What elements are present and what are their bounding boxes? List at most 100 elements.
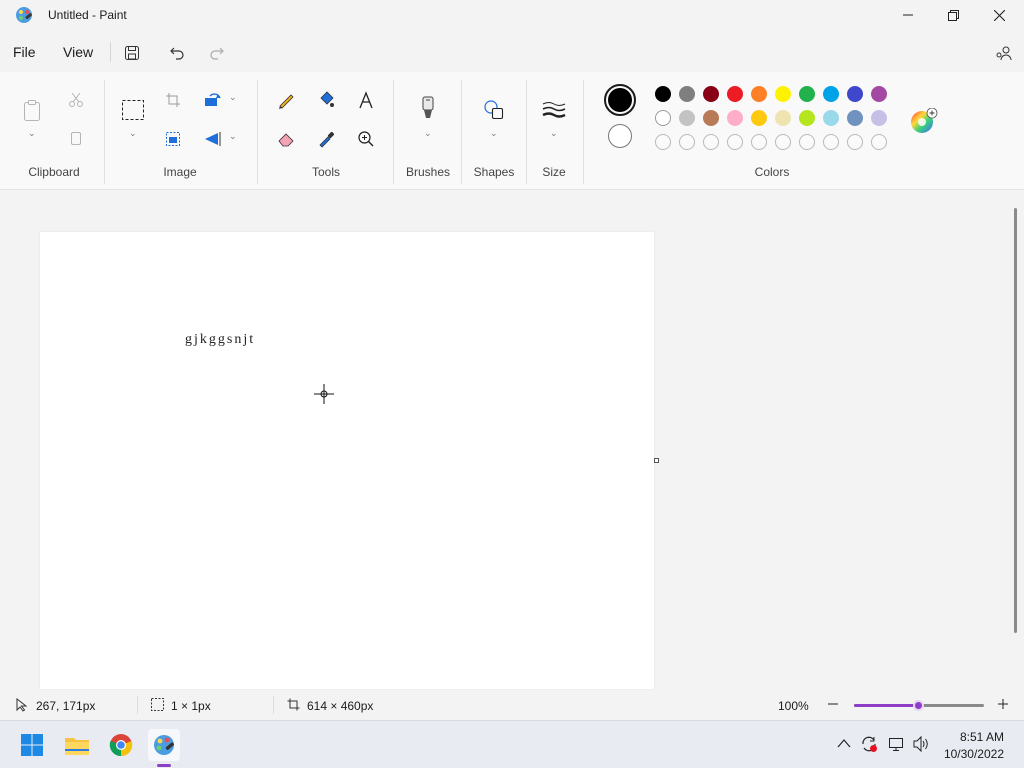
- chrome-button[interactable]: [105, 729, 137, 761]
- minimize-button[interactable]: [885, 0, 931, 30]
- color-picker-tool[interactable]: [312, 125, 340, 153]
- rotate-button[interactable]: [199, 86, 227, 114]
- color-swatch[interactable]: [847, 86, 863, 102]
- chrome-icon: [109, 733, 133, 757]
- custom-color-slot[interactable]: [751, 134, 767, 150]
- cut-button[interactable]: [62, 86, 90, 114]
- view-menu[interactable]: View: [63, 44, 93, 60]
- paint-taskbar-button[interactable]: [148, 729, 180, 767]
- chevron-up-icon[interactable]: [837, 738, 851, 748]
- color-swatch[interactable]: [775, 110, 791, 126]
- paste-icon: [22, 98, 42, 122]
- window-title: Untitled - Paint: [48, 8, 127, 22]
- eraser-tool[interactable]: [272, 125, 300, 153]
- color-swatch[interactable]: [727, 110, 743, 126]
- shapes-button[interactable]: [480, 96, 508, 124]
- start-button[interactable]: [16, 729, 48, 761]
- custom-color-slot[interactable]: [871, 134, 887, 150]
- color-swatch[interactable]: [703, 86, 719, 102]
- custom-color-slot[interactable]: [679, 134, 695, 150]
- text-icon: [357, 91, 375, 109]
- undo-button[interactable]: [164, 41, 190, 65]
- magnifier-icon: [357, 130, 375, 148]
- color-swatch[interactable]: [799, 86, 815, 102]
- flip-icon: [204, 131, 222, 147]
- crop-icon: [165, 92, 181, 108]
- custom-color-slot[interactable]: [727, 134, 743, 150]
- network-icon[interactable]: [887, 735, 905, 753]
- brushes-button[interactable]: [414, 94, 442, 122]
- zoom-out-button[interactable]: [827, 698, 839, 710]
- file-menu[interactable]: File: [13, 44, 36, 60]
- chevron-down-icon[interactable]: ⌄: [129, 128, 137, 139]
- chevron-down-icon[interactable]: ⌄: [490, 128, 498, 139]
- sync-icon[interactable]: [860, 735, 878, 753]
- zoom-in-button[interactable]: [997, 698, 1009, 710]
- chevron-down-icon[interactable]: ⌄: [424, 128, 432, 139]
- chevron-down-icon[interactable]: ⌄: [229, 92, 237, 103]
- canvas-resize-handle[interactable]: [654, 458, 659, 463]
- color-swatch[interactable]: [655, 110, 671, 126]
- select-button[interactable]: [119, 96, 147, 124]
- custom-color-slot[interactable]: [799, 134, 815, 150]
- scissors-icon: [68, 92, 84, 108]
- clock-date[interactable]: 10/30/2022: [944, 747, 1004, 761]
- volume-icon[interactable]: [912, 735, 930, 753]
- share-button[interactable]: [991, 41, 1017, 65]
- pencil-tool[interactable]: [272, 86, 300, 114]
- file-explorer-button[interactable]: [61, 729, 93, 761]
- secondary-color-button[interactable]: [608, 124, 632, 148]
- color-swatch[interactable]: [679, 110, 695, 126]
- color-swatch[interactable]: [871, 86, 887, 102]
- ribbon-separator: [461, 80, 462, 184]
- text-tool[interactable]: [352, 86, 380, 114]
- color-swatch[interactable]: [823, 86, 839, 102]
- color-swatch[interactable]: [655, 86, 671, 102]
- color-swatch[interactable]: [799, 110, 815, 126]
- chevron-down-icon[interactable]: ⌄: [550, 128, 558, 139]
- primary-color-button[interactable]: [604, 84, 636, 116]
- color-swatch[interactable]: [751, 110, 767, 126]
- title-bar: Untitled - Paint: [0, 0, 1024, 32]
- flip-button[interactable]: [199, 125, 227, 153]
- image-group-label: Image: [163, 165, 197, 179]
- copy-button[interactable]: [62, 125, 90, 153]
- resize-button[interactable]: [159, 125, 187, 153]
- color-swatch[interactable]: [871, 110, 887, 126]
- redo-icon: [209, 45, 225, 61]
- custom-color-slot[interactable]: [655, 134, 671, 150]
- restore-button[interactable]: [930, 0, 976, 30]
- drawing-canvas[interactable]: [40, 232, 654, 689]
- zoom-slider[interactable]: [854, 700, 984, 711]
- redo-button[interactable]: [204, 41, 230, 65]
- color-swatch[interactable]: [679, 86, 695, 102]
- chevron-down-icon[interactable]: ⌄: [229, 131, 237, 142]
- vertical-scrollbar[interactable]: [1014, 208, 1017, 633]
- fill-tool[interactable]: [312, 86, 340, 114]
- crop-button[interactable]: [159, 86, 187, 114]
- custom-color-slot[interactable]: [775, 134, 791, 150]
- size-button[interactable]: [540, 96, 568, 124]
- shapes-group-label: Shapes: [473, 165, 515, 179]
- color-swatch[interactable]: [823, 110, 839, 126]
- edit-colors-button[interactable]: [910, 108, 938, 134]
- color-swatch[interactable]: [703, 110, 719, 126]
- magnifier-tool[interactable]: [352, 125, 380, 153]
- custom-color-slot[interactable]: [823, 134, 839, 150]
- custom-color-slot[interactable]: [847, 134, 863, 150]
- zoom-slider-thumb[interactable]: [913, 700, 924, 711]
- color-swatch[interactable]: [727, 86, 743, 102]
- clock-time[interactable]: 8:51 AM: [960, 730, 1004, 744]
- custom-color-slot[interactable]: [703, 134, 719, 150]
- restore-icon: [947, 9, 959, 21]
- paste-button[interactable]: [18, 96, 46, 124]
- chevron-down-icon[interactable]: ⌄: [28, 128, 36, 139]
- eyedropper-icon: [317, 130, 335, 148]
- save-button[interactable]: [119, 41, 145, 65]
- color-swatch[interactable]: [751, 86, 767, 102]
- color-swatch[interactable]: [775, 86, 791, 102]
- close-button[interactable]: [976, 0, 1022, 30]
- color-swatch[interactable]: [847, 110, 863, 126]
- cursor-position: 267, 171px: [36, 699, 96, 713]
- menu-bar: File View: [0, 34, 1024, 70]
